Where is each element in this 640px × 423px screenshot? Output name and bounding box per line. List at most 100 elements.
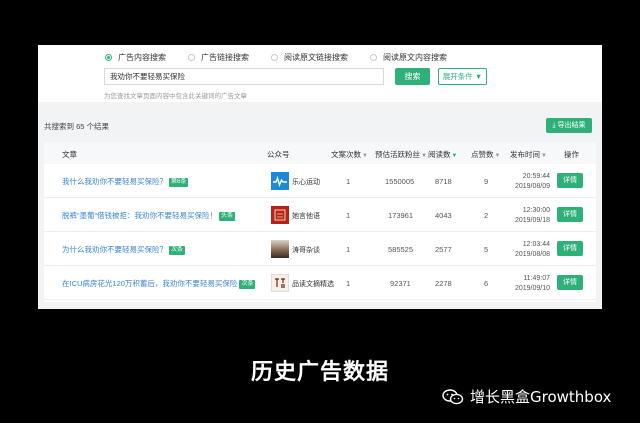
article-title: 我什么我劝你不要轻易买保险？ <box>62 177 167 186</box>
col-likes-label: 点赞数 <box>471 150 494 159</box>
radio-label: 广告内容搜索 <box>118 53 166 62</box>
radio-readmore-link[interactable]: 阅读原文链接搜索 <box>271 52 348 63</box>
radio-dot <box>370 54 377 61</box>
detail-button[interactable]: 详情 <box>557 275 583 290</box>
col-publish-time[interactable]: 发布时间▼ <box>510 149 547 160</box>
sort-icon: ▼ <box>362 153 368 159</box>
like-count: 5 <box>484 245 489 254</box>
account-avatar <box>271 240 289 258</box>
watermark: 增长黑盒Growthbox <box>442 386 611 407</box>
video-caption: 历史广告数据 <box>250 360 389 385</box>
sort-icon: ▼ <box>541 153 547 159</box>
position-tag: 次条 <box>169 246 186 255</box>
article-link[interactable]: 脱裤“墨葡”借钱被拒：我劝你不要轻易买保险！ 头条 <box>62 210 236 221</box>
radio-readmore-content[interactable]: 阅读原文内容搜索 <box>370 52 447 63</box>
watermark-text: 增长黑盒Growthbox <box>470 388 612 406</box>
account-avatar <box>271 274 289 292</box>
search-hint: 为您查找文章页面内容中包含此关键词的广告文章 <box>104 93 247 100</box>
result-count: 共搜索到 65 个结果 <box>44 122 110 131</box>
fans-count: 173961 <box>388 211 414 220</box>
publish-date: 2019/09/10 <box>514 285 550 292</box>
radio-label: 阅读原文链接搜索 <box>284 53 348 62</box>
read-count: 8718 <box>435 177 452 186</box>
radio-dot <box>271 54 278 61</box>
col-likes[interactable]: 点赞数▼ <box>471 149 500 160</box>
col-article: 文章 <box>62 150 77 159</box>
account-name: 乐心运动 <box>292 179 320 186</box>
table-row: 为什么我劝你不要轻易买保险？ 次条 涛哥杂谈 1 585525 2577 5 12… <box>44 232 596 266</box>
table-row: 我什么我劝你不要轻易买保险？ 第6条 乐心运动 1 1550005 8718 9 … <box>44 164 596 198</box>
article-link[interactable]: 在ICU病房花光120万积蓄后，我劝你不要轻易买保险 次条 <box>62 278 256 289</box>
sort-active-icon: ▼ <box>451 153 458 159</box>
like-count: 6 <box>484 279 489 288</box>
col-fans-label: 预估活跃粉丝 <box>375 150 420 159</box>
like-count: 2 <box>484 211 489 220</box>
detail-button[interactable]: 详情 <box>557 173 583 188</box>
search-panel: 广告内容搜索 广告链接搜索 阅读原文链接搜索 阅读原文内容搜索 我劝你不要轻易买… <box>38 45 602 309</box>
radio-label: 广告链接搜索 <box>201 53 249 62</box>
read-count: 2577 <box>435 245 452 254</box>
ad-count: 1 <box>346 279 351 288</box>
radio-dot <box>188 54 195 61</box>
account-avatar <box>271 206 289 224</box>
table-header: 文章 公众号 文案次数▼ 预估活跃粉丝▼ 阅读数▼ 点赞数▼ 发布时间▼ 操作 <box>44 142 596 164</box>
wechat-icon <box>442 388 464 404</box>
publish-clock: 12:30:00 <box>522 207 550 214</box>
sort-icon: ▼ <box>421 153 427 159</box>
article-title: 为什么我劝你不要轻易买保险？ <box>62 245 167 254</box>
col-ad-count-label: 文案次数 <box>331 150 361 159</box>
table-row: 脱裤“墨葡”借钱被拒：我劝你不要轻易买保险！ 头条 她言他语 1 173961 4… <box>44 198 596 232</box>
fans-count: 585525 <box>388 245 414 254</box>
article-link[interactable]: 我什么我劝你不要轻易买保险？ 第6条 <box>62 176 189 187</box>
publish-time: 12:03:44 2019/08/08 <box>508 240 550 260</box>
account-name: 涛哥杂谈 <box>292 247 320 254</box>
publish-time: 12:30:00 2019/09/18 <box>508 206 550 226</box>
ad-count: 1 <box>346 211 351 220</box>
like-count: 9 <box>484 177 489 186</box>
col-reads-label: 阅读数 <box>428 150 451 159</box>
search-button[interactable]: 搜索 <box>395 68 430 85</box>
detail-button[interactable]: 详情 <box>557 207 583 222</box>
result-bar: 共搜索到 65 个结果 ⤓ 导出结果 <box>38 115 602 135</box>
publish-clock: 12:03:44 <box>522 241 550 248</box>
results-table: 文章 公众号 文案次数▼ 预估活跃粉丝▼ 阅读数▼ 点赞数▼ 发布时间▼ 操作 … <box>44 142 596 302</box>
publish-date: 2019/08/08 <box>514 251 550 258</box>
export-button[interactable]: ⤓ 导出结果 <box>546 118 592 133</box>
detail-button[interactable]: 详情 <box>557 241 583 256</box>
ad-count: 1 <box>346 177 351 186</box>
ad-count: 1 <box>346 245 351 254</box>
sort-icon: ▼ <box>494 153 501 159</box>
search-input[interactable]: 我劝你不要轻易买保险 <box>104 68 384 85</box>
read-count: 4043 <box>435 211 452 220</box>
radio-ad-content[interactable]: 广告内容搜索 <box>105 52 166 63</box>
article-title: 脱裤“墨葡”借钱被拒：我劝你不要轻易买保险！ <box>62 211 217 220</box>
publish-clock: 11:49:07 <box>523 275 550 282</box>
publish-date: 2019/08/09 <box>514 183 550 190</box>
position-tag: 次条 <box>239 280 256 289</box>
expand-conditions-button[interactable]: 展开条件 ▼ <box>438 68 487 85</box>
position-tag: 头条 <box>219 212 236 221</box>
col-ad-count[interactable]: 文案次数▼ <box>331 149 368 160</box>
table-row: 在ICU病房花光120万积蓄后，我劝你不要轻易买保险 次条 品读文摘精选 1 92… <box>44 266 596 300</box>
fans-count: 92371 <box>390 279 411 288</box>
radio-ad-link[interactable]: 广告链接搜索 <box>188 52 249 63</box>
article-title: 在ICU病房花光120万积蓄后，我劝你不要轻易买保险 <box>62 279 238 288</box>
export-icon: ⤓ <box>552 122 556 129</box>
read-count: 2278 <box>435 279 452 288</box>
position-tag: 第6条 <box>169 178 189 187</box>
search-card: 广告内容搜索 广告链接搜索 阅读原文链接搜索 阅读原文内容搜索 我劝你不要轻易买… <box>38 45 602 102</box>
publish-time: 11:49:07 2019/09/10 <box>508 274 550 294</box>
col-account: 公众号 <box>267 150 290 159</box>
col-publish-time-label: 发布时间 <box>510 150 540 159</box>
export-label: 导出结果 <box>557 122 586 129</box>
article-link[interactable]: 为什么我劝你不要轻易买保险？ 次条 <box>62 244 186 255</box>
col-reads[interactable]: 阅读数▼ <box>428 149 457 160</box>
publish-time: 20:59:44 2019/08/09 <box>508 172 550 192</box>
account-name: 品读文摘精选 <box>292 281 334 288</box>
col-fans[interactable]: 预估活跃粉丝▼ <box>375 149 427 160</box>
publish-clock: 20:59:44 <box>522 173 550 180</box>
fans-count: 1550005 <box>385 177 415 186</box>
search-mode-group: 广告内容搜索 广告链接搜索 阅读原文链接搜索 阅读原文内容搜索 <box>105 52 469 63</box>
account-name: 她言他语 <box>292 213 320 220</box>
account-avatar <box>271 172 289 190</box>
